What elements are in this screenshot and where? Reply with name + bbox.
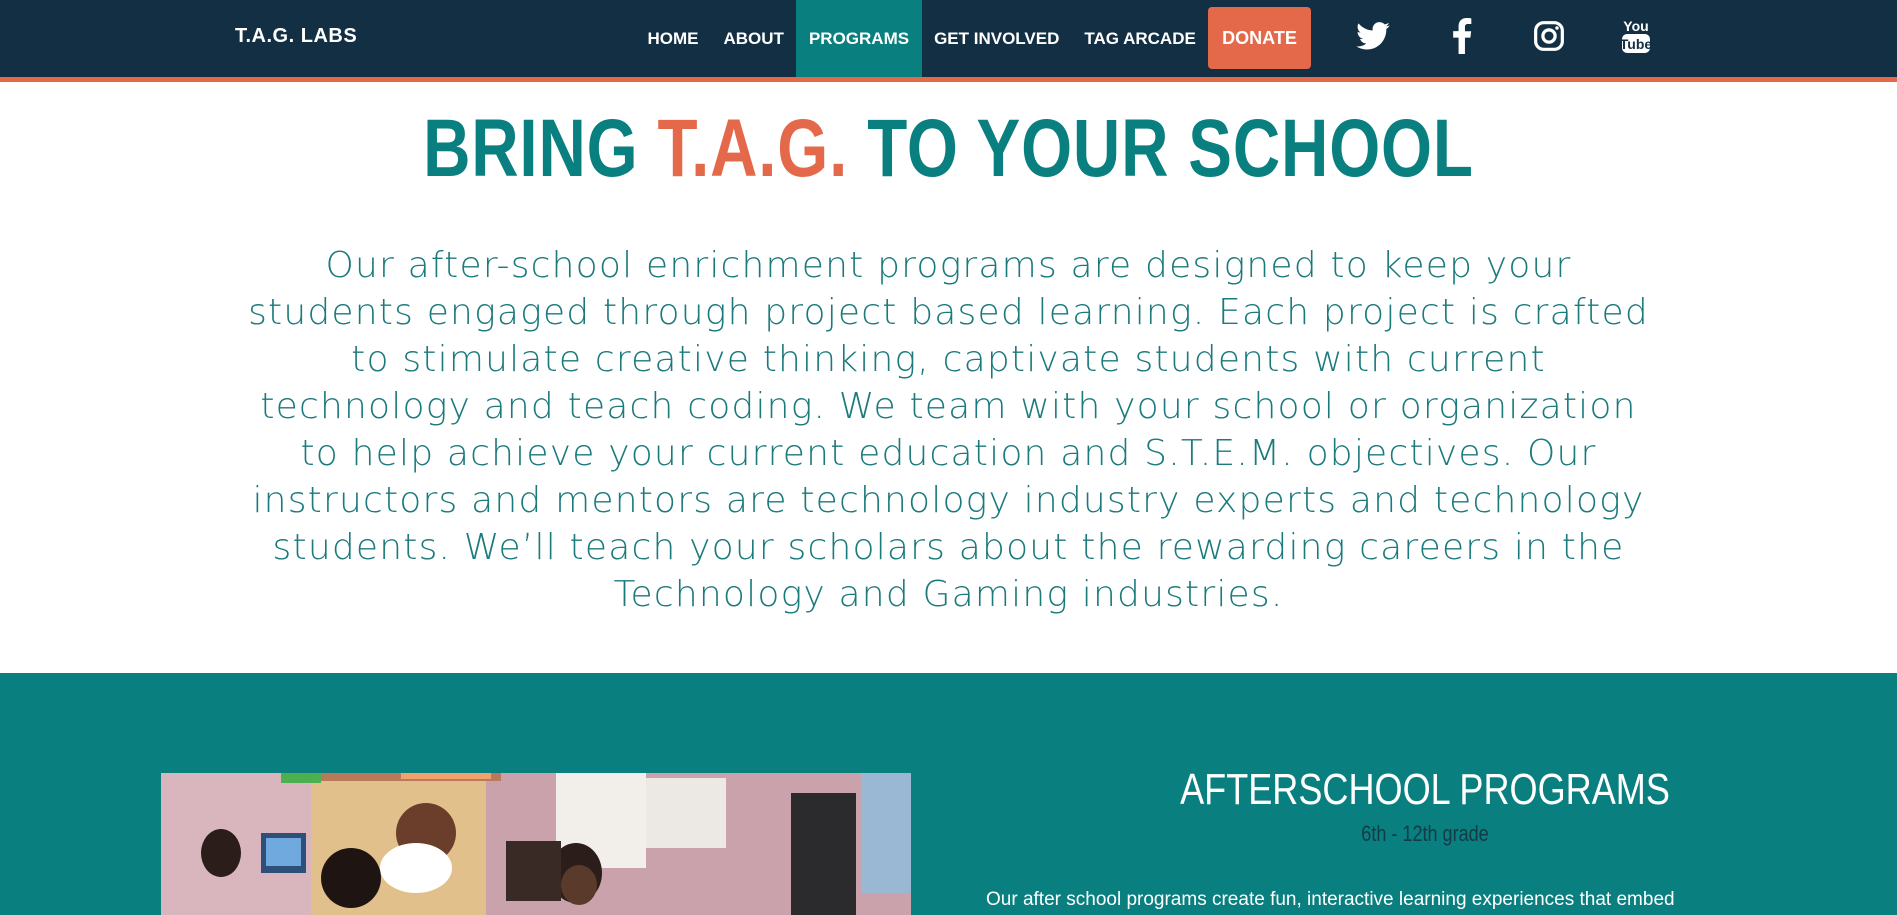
title-accent: T.A.G.: [657, 103, 849, 194]
title-suffix: TO YOUR SCHOOL: [848, 103, 1474, 194]
classroom-photo: [161, 773, 911, 915]
section-title: AFTERSCHOOL PROGRAMS: [1180, 765, 1670, 814]
brand-logo[interactable]: T.A.G. LABS: [235, 25, 357, 48]
page-title: BRING T.A.G. TO YOUR SCHOOL: [190, 102, 1708, 196]
afterschool-programs-section: AFTERSCHOOL PROGRAMS 6th - 12th grade Ou…: [0, 673, 1897, 915]
nav-get-involved[interactable]: GET INVOLVED: [922, 0, 1072, 77]
svg-text:Tube: Tube: [1620, 36, 1652, 52]
nav-home[interactable]: HOME: [635, 0, 711, 77]
facebook-icon[interactable]: [1442, 15, 1482, 57]
nav-about[interactable]: ABOUT: [711, 0, 796, 77]
nav-programs[interactable]: PROGRAMS: [796, 0, 922, 77]
twitter-icon[interactable]: [1353, 15, 1393, 57]
nav-links: HOME ABOUT PROGRAMS GET INVOLVED TAG ARC…: [635, 0, 1208, 77]
top-navbar: T.A.G. LABS HOME ABOUT PROGRAMS GET INVO…: [0, 0, 1897, 82]
instagram-icon[interactable]: [1529, 15, 1569, 57]
nav-tag-arcade[interactable]: TAG ARCADE: [1072, 0, 1208, 77]
intro-paragraph: Our after-school enrichment programs are…: [248, 245, 1649, 615]
youtube-icon[interactable]: You Tube: [1616, 15, 1656, 57]
title-prefix: BRING: [423, 103, 658, 194]
svg-text:You: You: [1623, 18, 1648, 34]
section-subtitle: 6th - 12th grade: [1361, 821, 1489, 846]
donate-button[interactable]: DONATE: [1208, 7, 1311, 69]
section-description: Our after school programs create fun, in…: [986, 889, 1675, 910]
